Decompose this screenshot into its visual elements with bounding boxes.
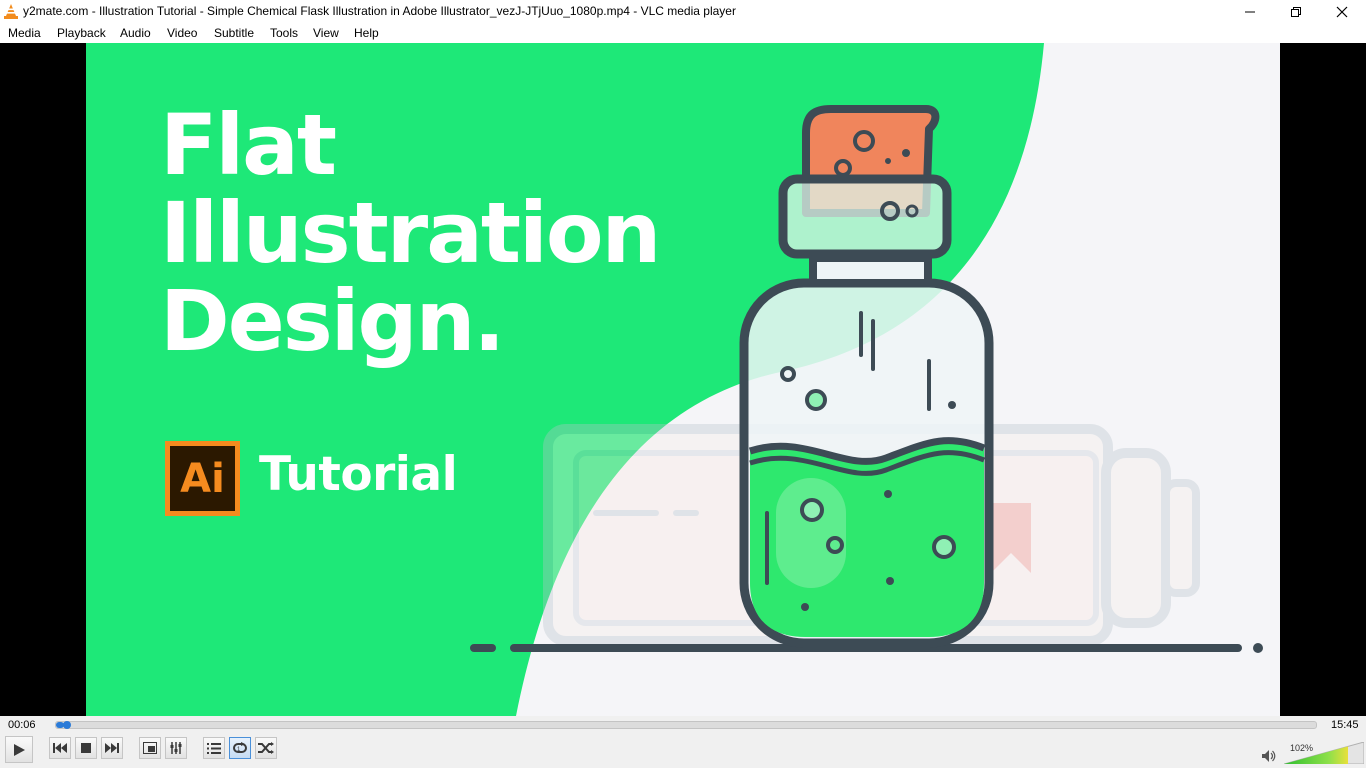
video-frame: Flat Illustration Design. Ai Tutorial bbox=[86, 43, 1280, 716]
fullscreen-button[interactable] bbox=[139, 737, 161, 759]
menu-view[interactable]: View bbox=[313, 26, 339, 40]
shuffle-icon bbox=[258, 742, 274, 754]
next-button[interactable] bbox=[101, 737, 123, 759]
next-icon bbox=[105, 743, 119, 753]
close-icon bbox=[1336, 6, 1348, 17]
seek-bar[interactable] bbox=[55, 721, 1317, 729]
current-time: 00:06 bbox=[8, 719, 36, 731]
fullscreen-icon bbox=[143, 742, 157, 754]
tutorial-label: Tutorial bbox=[259, 447, 458, 502]
restore-icon bbox=[1291, 6, 1301, 17]
shuffle-button[interactable] bbox=[255, 737, 277, 759]
previous-icon bbox=[53, 743, 67, 753]
loop-icon: 1 bbox=[233, 742, 247, 753]
volume-slider[interactable] bbox=[1284, 742, 1364, 764]
loop-button[interactable]: 1 bbox=[229, 737, 251, 759]
extended-settings-button[interactable] bbox=[165, 737, 187, 759]
menu-media[interactable]: Media bbox=[8, 26, 41, 40]
menu-video[interactable]: Video bbox=[167, 26, 197, 40]
menu-audio[interactable]: Audio bbox=[120, 26, 151, 40]
previous-button[interactable] bbox=[49, 737, 71, 759]
stop-icon bbox=[81, 743, 91, 753]
headline-line-1: Flat bbox=[160, 96, 337, 194]
volume-fill bbox=[1284, 742, 1348, 764]
restore-button[interactable] bbox=[1273, 0, 1319, 23]
total-time: 15:45 bbox=[1331, 719, 1359, 731]
minimize-button[interactable] bbox=[1227, 0, 1273, 23]
video-area[interactable]: Flat Illustration Design. Ai Tutorial bbox=[0, 43, 1366, 716]
close-button[interactable] bbox=[1319, 0, 1365, 23]
video-headline: Flat Illustration Design. bbox=[160, 101, 760, 365]
seek-handle[interactable] bbox=[62, 721, 71, 729]
extended-settings-icon bbox=[170, 742, 182, 754]
minimize-icon bbox=[1245, 11, 1255, 12]
stop-button[interactable] bbox=[75, 737, 97, 759]
menu-help[interactable]: Help bbox=[354, 26, 379, 40]
play-icon bbox=[14, 743, 25, 756]
vlc-cone-icon bbox=[4, 4, 18, 19]
playlist-icon bbox=[207, 742, 221, 754]
menu-bar: Media Playback Audio Video Subtitle Tool… bbox=[0, 23, 1366, 43]
play-button[interactable] bbox=[5, 736, 33, 763]
headline-line-3: Design. bbox=[160, 272, 505, 370]
menu-tools[interactable]: Tools bbox=[270, 26, 298, 40]
window-title: y2mate.com - Illustration Tutorial - Sim… bbox=[23, 4, 736, 18]
headline-line-2: Illustration bbox=[160, 184, 661, 282]
playlist-button[interactable] bbox=[203, 737, 225, 759]
title-bar: y2mate.com - Illustration Tutorial - Sim… bbox=[0, 0, 1366, 23]
illustrator-logo-text: Ai bbox=[170, 446, 235, 511]
speaker-icon[interactable] bbox=[1262, 750, 1276, 762]
menu-subtitle[interactable]: Subtitle bbox=[214, 26, 254, 40]
playback-controls: 00:06 15:45 1 102% bbox=[0, 716, 1366, 768]
menu-playback[interactable]: Playback bbox=[57, 26, 106, 40]
illustrator-logo: Ai bbox=[165, 441, 240, 516]
